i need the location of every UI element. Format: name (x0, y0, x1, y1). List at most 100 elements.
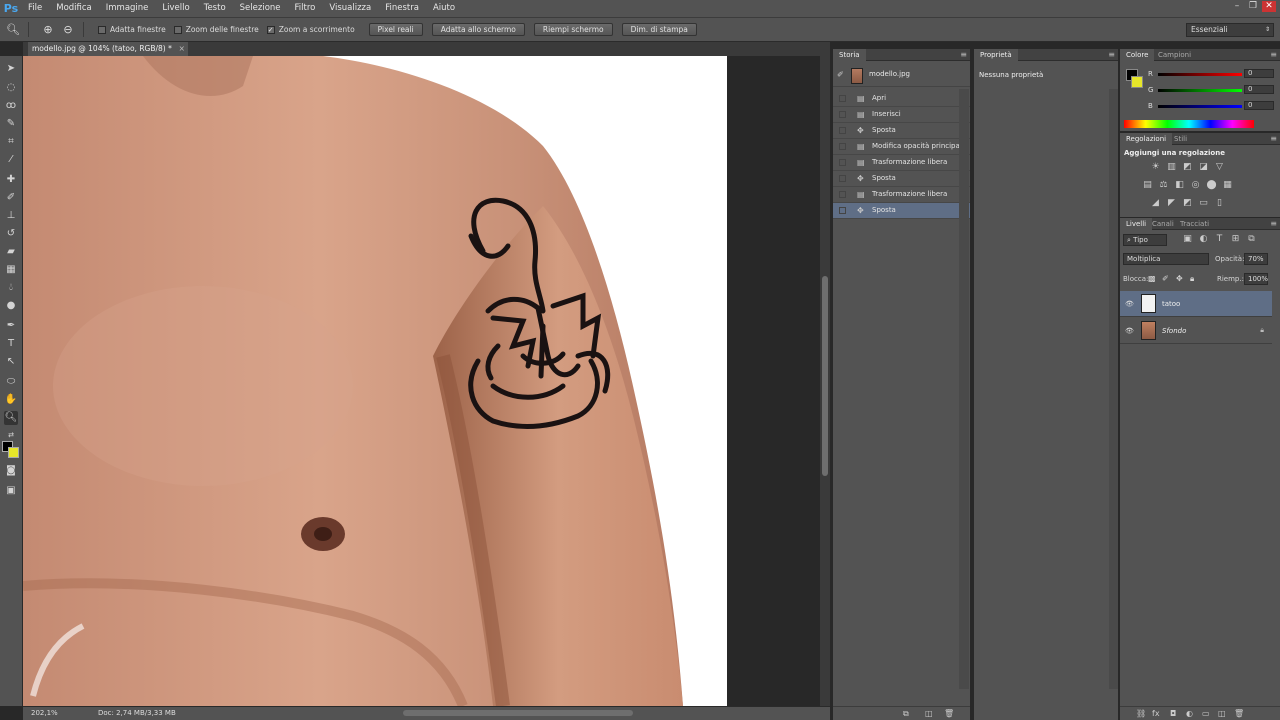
vertical-scrollbar[interactable] (820, 56, 830, 706)
visibility-eye-icon[interactable]: 👁︎ (1125, 327, 1134, 335)
panel-menu-icon[interactable]: ≡ (1108, 50, 1115, 59)
posterize-icon[interactable]: ◤ (1166, 198, 1177, 209)
menu-aiuto[interactable]: Aiuto (427, 0, 463, 17)
canvas-image[interactable] (23, 56, 727, 706)
scroll-thumb[interactable] (822, 276, 828, 476)
background-color-swatch[interactable] (8, 447, 19, 458)
history-item[interactable]: ▤ Apri (833, 91, 970, 107)
new-document-from-state-icon[interactable]: ⧉ (903, 709, 909, 719)
history-brush-source-box[interactable] (839, 143, 846, 150)
tab-colore[interactable]: Colore (1120, 49, 1155, 61)
pen-tool-icon[interactable]: ✒ (4, 319, 18, 333)
menu-visualizza[interactable]: Visualizza (323, 0, 379, 17)
filter-shape-icon[interactable]: ⊞ (1230, 234, 1241, 245)
panel-menu-icon[interactable]: ≡ (960, 50, 967, 59)
layer-name[interactable]: Sfondo (1162, 327, 1186, 335)
invert-icon[interactable]: ◢ (1150, 198, 1161, 209)
lasso-tool-icon[interactable]: ꝏ (4, 99, 18, 113)
gradient-tool-icon[interactable]: ▦ (4, 263, 18, 277)
brightness-icon[interactable]: ☀ (1150, 162, 1161, 173)
filter-pixel-icon[interactable]: ▣ (1182, 234, 1193, 245)
workspace-select[interactable]: Essenziali ⇕ (1186, 23, 1274, 37)
screen-mode-icon[interactable]: ▣ (4, 484, 18, 498)
path-select-tool-icon[interactable]: ↖ (4, 355, 18, 369)
panel-menu-icon[interactable]: ≡ (1270, 50, 1277, 59)
tab-stili[interactable]: Stili (1168, 133, 1193, 145)
actual-pixels-button[interactable]: Pixel reali (368, 23, 423, 36)
gradient-map-icon[interactable]: ▭ (1198, 198, 1209, 209)
swap-colors-icon[interactable]: ⇄ (4, 428, 18, 442)
scrubby-zoom-checkbox[interactable]: ✓ Zoom a scorrimento (266, 25, 355, 34)
history-brush-source-box[interactable] (839, 207, 846, 214)
history-brush-icon[interactable]: ✐ (837, 70, 844, 79)
history-item[interactable]: ▤ Modifica opacità principale (833, 139, 970, 155)
minimize-button[interactable]: – (1230, 1, 1244, 12)
exposure-icon[interactable]: ◪ (1198, 162, 1209, 173)
history-brush-source-box[interactable] (839, 175, 846, 182)
history-item[interactable]: ▤ Inserisci (833, 107, 970, 123)
hand-tool-icon[interactable]: ✋ (4, 393, 18, 407)
menu-immagine[interactable]: Immagine (100, 0, 157, 17)
history-brush-source-box[interactable] (839, 159, 846, 166)
close-button[interactable]: ✕ (1262, 1, 1276, 12)
new-snapshot-icon[interactable]: ◫ (925, 709, 933, 718)
history-item[interactable]: ▤ Trasformazione libera (833, 155, 970, 171)
vibrance-icon[interactable]: ▽ (1214, 162, 1225, 173)
eraser-tool-icon[interactable]: ▰ (4, 245, 18, 259)
history-scrollbar[interactable] (959, 89, 969, 689)
blend-mode-select[interactable]: Moltiplica (1123, 253, 1209, 265)
levels-icon[interactable]: ▥ (1166, 162, 1177, 173)
blue-value-input[interactable]: 0 (1244, 101, 1274, 110)
tab-campioni[interactable]: Campioni (1152, 49, 1197, 61)
layer-name[interactable]: tatoo (1162, 300, 1180, 308)
trash-icon[interactable]: 🗑︎ (944, 709, 954, 718)
blur-tool-icon[interactable]: 💧︎ (4, 281, 18, 295)
fill-screen-button[interactable]: Riempi schermo (533, 23, 613, 36)
zoom-tool-icon[interactable]: 🔍︎ (6, 23, 20, 37)
history-item[interactable]: ✥ Sposta (833, 123, 970, 139)
lock-position-icon[interactable]: ✥ (1176, 274, 1183, 283)
marquee-tool-icon[interactable]: ◌ (4, 81, 18, 95)
green-value-input[interactable]: 0 (1244, 85, 1274, 94)
menu-finestra[interactable]: Finestra (379, 0, 427, 17)
clone-stamp-tool-icon[interactable]: ⊥ (4, 209, 18, 223)
canvas-area[interactable] (23, 56, 820, 706)
history-brush-source-box[interactable] (839, 95, 846, 102)
new-group-icon[interactable]: ▭ (1202, 709, 1210, 718)
hue-saturation-icon[interactable]: ▤ (1142, 180, 1153, 191)
selective-color-icon[interactable]: ▯ (1214, 198, 1225, 209)
zoom-out-icon[interactable]: ⊖ (61, 23, 75, 37)
history-item[interactable]: ✥ Sposta (833, 171, 970, 187)
shape-tool-icon[interactable]: ⬭ (4, 375, 18, 389)
color-lookup-icon[interactable]: ▦ (1222, 180, 1233, 191)
document-tab[interactable]: modello.jpg @ 104% (tatoo, RGB/8) * × (28, 42, 188, 56)
layer-row-tatoo[interactable]: 👁︎ tatoo (1120, 291, 1272, 317)
red-slider[interactable]: R 0 (1148, 69, 1278, 80)
filter-type-icon[interactable]: T (1214, 234, 1225, 245)
layer-row-sfondo[interactable]: 👁︎ Sfondo 🔒︎ (1120, 318, 1272, 344)
filter-adjustment-icon[interactable]: ◐ (1198, 234, 1209, 245)
menu-modifica[interactable]: Modifica (50, 0, 100, 17)
menu-file[interactable]: File (22, 0, 50, 17)
menu-testo[interactable]: Testo (198, 0, 234, 17)
lock-all-icon[interactable]: 🔒︎ (1190, 274, 1194, 284)
history-brush-source-box[interactable] (839, 191, 846, 198)
menu-livello[interactable]: Livello (156, 0, 197, 17)
blue-slider[interactable]: B 0 (1148, 101, 1278, 112)
threshold-icon[interactable]: ◩ (1182, 198, 1193, 209)
quick-mask-icon[interactable]: ◙ (4, 464, 18, 478)
zoom-in-icon[interactable]: ⊕ (41, 23, 55, 37)
menu-selezione[interactable]: Selezione (234, 0, 289, 17)
new-layer-icon[interactable]: ◫ (1218, 709, 1226, 718)
history-snapshot[interactable]: ✐ modello.jpg (833, 62, 970, 87)
channel-mixer-icon[interactable]: ⬤ (1206, 180, 1217, 191)
history-brush-source-box[interactable] (839, 127, 846, 134)
properties-scrollbar[interactable] (1109, 89, 1118, 689)
trash-icon[interactable]: 🗑︎ (1234, 709, 1244, 718)
history-item[interactable]: ▤ Trasformazione libera (833, 187, 970, 203)
zoom-all-windows-checkbox[interactable]: Zoom delle finestre (173, 25, 259, 34)
quick-select-tool-icon[interactable]: ✎ (4, 117, 18, 131)
layer-style-icon[interactable]: fx (1152, 709, 1160, 718)
green-gradient[interactable] (1158, 89, 1242, 92)
photo-filter-icon[interactable]: ◎ (1190, 180, 1201, 191)
